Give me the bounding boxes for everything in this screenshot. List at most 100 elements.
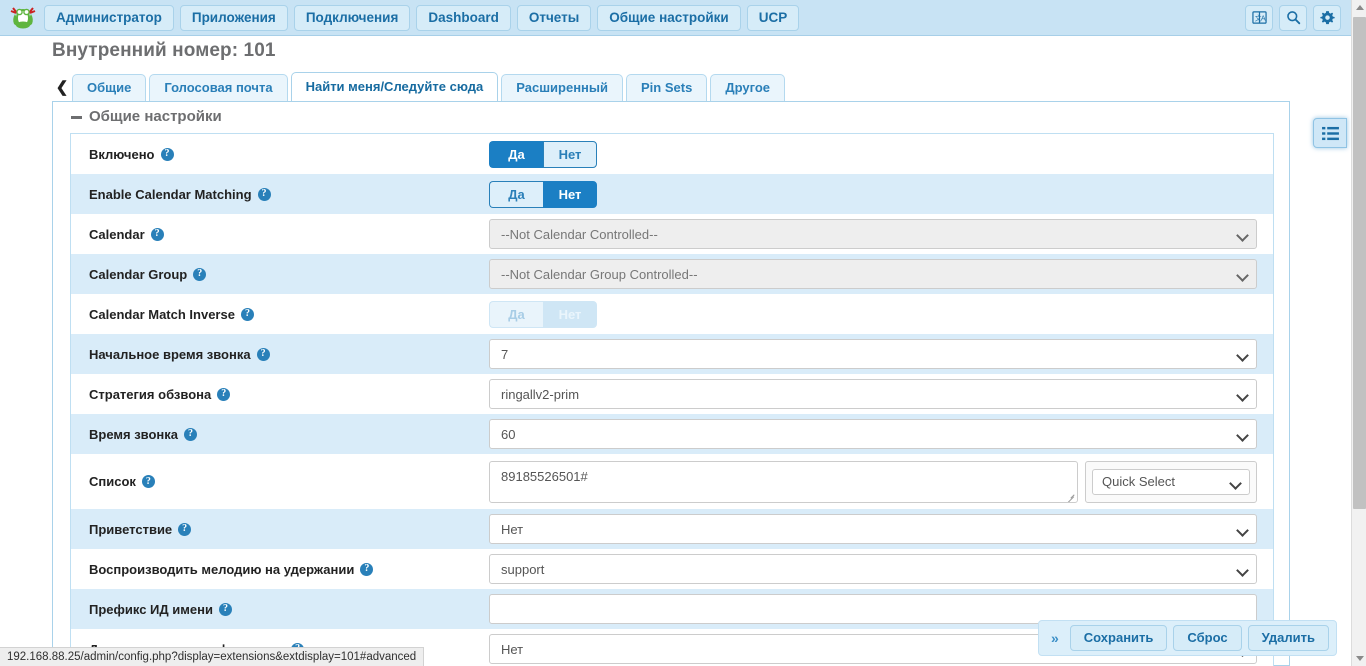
- navbar-icon-group: 文 A: [1245, 4, 1341, 31]
- tab-voicemail[interactable]: Голосовая почта: [149, 74, 288, 101]
- row-enabled: Включено? Да Нет: [71, 134, 1273, 174]
- help-icon[interactable]: ?: [217, 387, 231, 401]
- field-label-text: Calendar Group: [89, 266, 188, 282]
- help-icon[interactable]: ?: [178, 522, 192, 536]
- row-play-music-on-hold-control: support: [489, 554, 1257, 584]
- row-play-music-on-hold-label: Воспроизводить мелодию на удержании?: [89, 562, 489, 577]
- status-bar-link-preview: 192.168.88.25/admin/config.php?display=e…: [0, 647, 425, 666]
- settings-panel: Общие настройки Включено? Да Нет Enable Cal…: [52, 101, 1290, 666]
- chevron-down-icon: [1231, 479, 1239, 487]
- selected-value: 60: [501, 426, 516, 442]
- save-button[interactable]: Сохранить: [1069, 625, 1168, 651]
- row-enabled-control: Да Нет: [489, 140, 1257, 168]
- page-title: Внутренний номер: 101: [52, 40, 276, 61]
- tab-general[interactable]: Общие: [72, 74, 147, 101]
- chevron-down-icon: [1238, 271, 1246, 279]
- row-enable-calendar-matching-option-no[interactable]: Нет: [543, 180, 597, 208]
- scrollbar-thumb[interactable]: [1353, 17, 1366, 509]
- row-ring-strategy: Стратегия обзвона? ringallv2-prim: [71, 374, 1273, 414]
- field-label-text: Calendar Match Inverse: [89, 306, 235, 322]
- row-announcement-label: Приветствие?: [89, 522, 489, 537]
- reset-button[interactable]: Сброс: [1173, 625, 1242, 651]
- tabs-scroll-left-icon[interactable]: ❮: [52, 74, 72, 100]
- row-announcement-control: Нет: [489, 514, 1257, 544]
- selected-value: --Not Calendar Group Controlled--: [501, 266, 698, 282]
- row-calendar-match-inverse-toggle-group: Да Нет: [489, 300, 597, 328]
- chevron-down-icon: [1238, 526, 1246, 534]
- list-panel-icon[interactable]: [1313, 118, 1347, 148]
- page-scrollbar[interactable]: [1351, 0, 1366, 666]
- row-initial-ring-time-label: Начальное время звонка?: [89, 347, 489, 362]
- row-calendar-group-label: Calendar Group?: [89, 267, 489, 282]
- row-ring-time-select[interactable]: 60: [489, 419, 1257, 449]
- field-label-text: Список: [89, 474, 136, 489]
- help-icon[interactable]: ?: [160, 147, 174, 161]
- top-navbar: Администратор Приложения Подключения Das…: [0, 0, 1351, 36]
- freepbx-frog-logo[interactable]: [6, 3, 40, 33]
- chevron-down-icon: [1238, 391, 1246, 399]
- search-icon[interactable]: [1279, 4, 1307, 31]
- row-enabled-toggle-group: Да Нет: [489, 140, 597, 168]
- gear-icon[interactable]: [1313, 4, 1341, 31]
- row-calendar-match-inverse-option-no: Нет: [543, 300, 597, 328]
- help-icon[interactable]: ?: [193, 267, 207, 281]
- field-label-text: Воспроизводить мелодию на удержании: [89, 561, 355, 577]
- action-bar: » Сохранить Сброс Удалить: [1038, 620, 1337, 656]
- row-calendar: Calendar? --Not Calendar Controlled--: [71, 214, 1273, 254]
- field-label-text: Время звонка: [89, 426, 179, 442]
- resize-handle-icon[interactable]: [1066, 492, 1075, 501]
- tab-findme-followme[interactable]: Найти меня/Следуйте сюда: [290, 72, 499, 101]
- help-icon[interactable]: ?: [184, 427, 198, 441]
- help-icon[interactable]: ?: [141, 475, 155, 488]
- collapse-minus-icon[interactable]: [71, 115, 82, 119]
- svg-text:A: A: [1260, 15, 1265, 22]
- section-header-general-settings[interactable]: Общие настройки: [53, 102, 1289, 130]
- nav-reports[interactable]: Отчеты: [516, 4, 592, 31]
- selected-value: --Not Calendar Controlled--: [501, 226, 658, 242]
- row-followme-list-label: Список?: [89, 474, 489, 489]
- nav-applications[interactable]: Приложения: [179, 4, 288, 31]
- row-enabled-option-yes[interactable]: Да: [489, 140, 543, 168]
- tab-advanced[interactable]: Расширенный: [501, 74, 624, 101]
- row-enable-calendar-matching-control: Да Нет: [489, 180, 1257, 208]
- help-icon[interactable]: ?: [240, 307, 254, 321]
- row-ring-strategy-select[interactable]: ringallv2-prim: [489, 379, 1257, 409]
- help-icon[interactable]: ?: [218, 602, 232, 616]
- nav-connections[interactable]: Подключения: [293, 4, 411, 31]
- selected-value: ringallv2-prim: [501, 386, 580, 402]
- row-enable-calendar-matching: Enable Calendar Matching? Да Нет: [71, 174, 1273, 214]
- chevron-down-icon: [1238, 351, 1246, 359]
- scroll-up-icon[interactable]: [1352, 0, 1366, 15]
- field-label-text: Префикс ИД имени: [89, 601, 213, 617]
- row-announcement-select[interactable]: Нет: [489, 514, 1257, 544]
- nav-general-settings[interactable]: Общие настройки: [597, 4, 741, 31]
- row-enable-calendar-matching-option-yes[interactable]: Да: [489, 180, 543, 208]
- help-icon[interactable]: ?: [257, 187, 271, 201]
- tab-pin-sets[interactable]: Pin Sets: [626, 74, 708, 101]
- quick-select-dropdown[interactable]: Quick Select: [1092, 468, 1250, 495]
- field-label-text: Стратегия обзвона: [89, 386, 212, 402]
- settings-fieldset: Включено? Да Нет Enable Calendar Matching? Д…: [70, 133, 1274, 666]
- row-enabled-option-no[interactable]: Нет: [543, 140, 597, 168]
- translate-icon[interactable]: 文 A: [1245, 4, 1273, 31]
- field-label-text: Приветствие: [89, 521, 173, 537]
- delete-button[interactable]: Удалить: [1247, 625, 1329, 651]
- help-icon[interactable]: ?: [150, 227, 164, 241]
- selected-value: Нет: [501, 641, 524, 657]
- row-enable-calendar-matching-label: Enable Calendar Matching?: [89, 187, 489, 202]
- row-calendar-label: Calendar?: [89, 227, 489, 242]
- nav-administrator[interactable]: Администратор: [44, 4, 174, 31]
- field-label-text: Начальное время звонка: [89, 346, 251, 362]
- row-play-music-on-hold-select[interactable]: support: [489, 554, 1257, 584]
- nav-dashboard[interactable]: Dashboard: [416, 4, 511, 31]
- row-ring-strategy-label: Стратегия обзвона?: [89, 387, 489, 402]
- row-ring-time-label: Время звонка?: [89, 427, 489, 442]
- scroll-down-icon[interactable]: [1352, 651, 1366, 666]
- nav-ucp[interactable]: UCP: [746, 4, 800, 31]
- tab-other[interactable]: Другое: [710, 74, 785, 101]
- help-icon[interactable]: ?: [256, 347, 270, 361]
- help-icon[interactable]: ?: [360, 562, 374, 576]
- row-initial-ring-time-select[interactable]: 7: [489, 339, 1257, 369]
- row-followme-list-textarea[interactable]: 89185526501#: [489, 460, 1078, 503]
- expand-toolbar-icon[interactable]: »: [1046, 630, 1064, 646]
